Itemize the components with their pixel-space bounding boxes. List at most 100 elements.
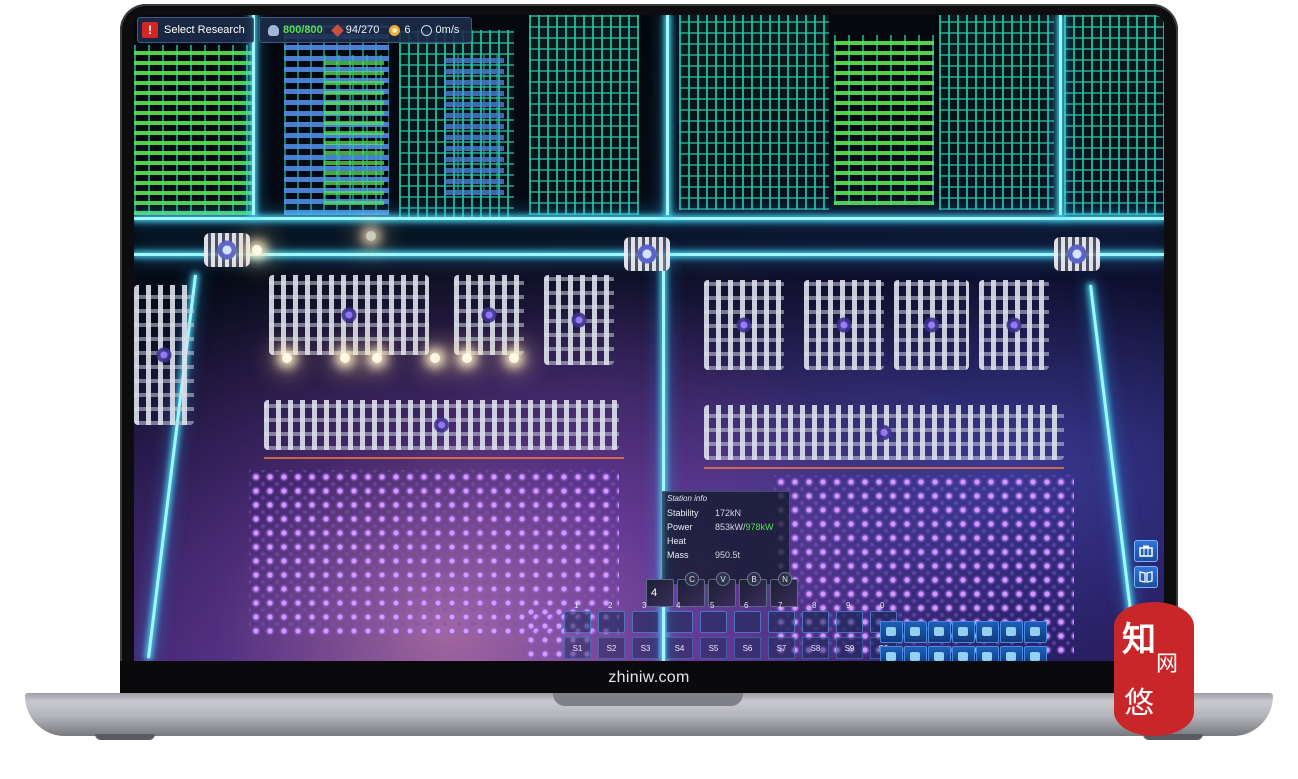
slot-number: 3 bbox=[642, 601, 647, 610]
build-category-button[interactable] bbox=[976, 646, 999, 661]
machine-bank bbox=[834, 35, 934, 205]
light-fixture bbox=[252, 245, 262, 255]
ability-slot[interactable]: C bbox=[677, 572, 705, 607]
hotbar-secondary: S1 S2 S3 S4 S5 S6 S7 S8 S9 S0 bbox=[564, 637, 897, 659]
resource-bar: 800/800 94/270 6 0m/s bbox=[259, 17, 473, 43]
hotbar-slot[interactable]: S6 bbox=[734, 637, 761, 659]
module-block bbox=[454, 275, 524, 355]
conduit-beam bbox=[666, 15, 669, 215]
light-fixture bbox=[340, 353, 350, 363]
stat-value: 853kW/978kW bbox=[715, 522, 774, 532]
hotbar-slot[interactable]: S3 bbox=[632, 637, 659, 659]
cargo-stat: 94/270 bbox=[330, 23, 379, 37]
slot-number: 6 bbox=[744, 601, 749, 610]
power-used: 853kW/ bbox=[715, 522, 746, 532]
light-fixture bbox=[282, 353, 292, 363]
station-info-row: Power 853kW/978kW bbox=[663, 520, 789, 534]
station-world[interactable] bbox=[134, 15, 1164, 661]
laptop-foot bbox=[95, 734, 155, 740]
crew-icon bbox=[268, 24, 279, 36]
hotbar-slot[interactable]: S9 bbox=[836, 637, 863, 659]
hotbar-slot[interactable]: 8 bbox=[802, 601, 829, 633]
module-block bbox=[544, 275, 614, 365]
book-icon bbox=[1139, 571, 1153, 583]
station-info-row: Mass 950.5t bbox=[663, 548, 789, 562]
reactor-hub bbox=[624, 237, 670, 271]
build-category-button[interactable] bbox=[904, 621, 927, 643]
power-line bbox=[264, 457, 624, 459]
hotbar-slot[interactable]: 3 bbox=[632, 601, 659, 633]
ability-slot[interactable]: 4 bbox=[646, 579, 674, 607]
hotbar-slot[interactable]: 9 bbox=[836, 601, 863, 633]
stat-label: Power bbox=[667, 522, 693, 532]
build-category-button[interactable] bbox=[880, 621, 903, 643]
conduit-beam bbox=[252, 15, 255, 215]
hotbar-slot[interactable]: 2 bbox=[598, 601, 625, 633]
slot-number: 0 bbox=[880, 601, 885, 610]
machine-bank bbox=[679, 15, 829, 210]
hotkey-badge: N bbox=[778, 572, 792, 586]
hotbar-slot[interactable]: S7 bbox=[768, 637, 795, 659]
station-overview-button[interactable] bbox=[1134, 540, 1158, 562]
module-block bbox=[134, 285, 194, 425]
stat-label: Stability bbox=[667, 508, 699, 518]
stat-value: 950.5t bbox=[715, 550, 741, 560]
build-category-button[interactable] bbox=[952, 621, 975, 643]
hotkey-badge: C bbox=[685, 572, 699, 586]
hotbar-slot[interactable]: 4 bbox=[666, 601, 693, 633]
power-capacity: 978kW bbox=[745, 522, 774, 532]
hotbar-slot[interactable]: S1 bbox=[564, 637, 591, 659]
laptop-opening-notch bbox=[553, 693, 743, 706]
hotbar-slot[interactable]: S4 bbox=[666, 637, 693, 659]
build-category-button[interactable] bbox=[928, 646, 951, 661]
build-category-button[interactable] bbox=[1000, 621, 1023, 643]
hotbar-slot[interactable]: S2 bbox=[598, 637, 625, 659]
station-info-row: Heat bbox=[663, 534, 789, 548]
slot-number: 2 bbox=[608, 601, 613, 610]
hotbar-slot[interactable]: 6 bbox=[734, 601, 761, 633]
module-block bbox=[704, 405, 1064, 460]
ability-slot[interactable]: N bbox=[770, 572, 798, 607]
light-fixture bbox=[462, 353, 472, 363]
build-category-button[interactable] bbox=[976, 621, 999, 643]
laptop-chin: zhiniw.com bbox=[120, 661, 1178, 694]
stat-label: Heat bbox=[667, 536, 687, 546]
conduit-beam bbox=[1059, 15, 1062, 215]
site-label: zhiniw.com bbox=[608, 668, 690, 686]
game-screen[interactable]: ! Select Research 800/800 94/270 6 0m/s … bbox=[134, 15, 1164, 661]
energy-value: 6 bbox=[404, 24, 411, 36]
hotbar-slot[interactable]: S8 bbox=[802, 637, 829, 659]
select-research-button[interactable]: ! Select Research bbox=[137, 17, 254, 43]
power-line bbox=[704, 467, 1064, 469]
ability-count: 4 bbox=[651, 587, 658, 599]
build-category-button[interactable] bbox=[1024, 646, 1047, 661]
machine-bank bbox=[529, 15, 639, 215]
light-fixture bbox=[509, 353, 519, 363]
machine-bank bbox=[324, 55, 384, 205]
machine-bank bbox=[444, 55, 504, 195]
watermark-char: 知 bbox=[1122, 620, 1156, 660]
build-category-button[interactable] bbox=[1000, 646, 1023, 661]
slot-number: 7 bbox=[778, 601, 783, 610]
speed-value: 0m/s bbox=[435, 24, 460, 36]
module-block bbox=[704, 280, 784, 370]
build-category-button[interactable] bbox=[904, 646, 927, 661]
hotbar-slot[interactable]: 5 bbox=[700, 601, 727, 633]
hotbar-slot[interactable]: 7 bbox=[768, 601, 795, 633]
hotbar-slot[interactable]: S5 bbox=[700, 637, 727, 659]
build-category-button[interactable] bbox=[1024, 621, 1047, 643]
slot-number: 5 bbox=[710, 601, 715, 610]
station-info-title: Station info bbox=[667, 494, 708, 503]
cargo-icon bbox=[330, 23, 344, 37]
hotbar-slot[interactable]: 1 bbox=[564, 601, 591, 633]
machine-bank bbox=[939, 15, 1054, 210]
build-category-button[interactable] bbox=[880, 646, 903, 661]
build-category-button[interactable] bbox=[952, 646, 975, 661]
hotbar: 1 2 3 4 5 6 7 8 9 0 bbox=[564, 601, 897, 633]
station-info-row: Stability 172kN bbox=[663, 506, 789, 520]
energy-stat: 6 bbox=[389, 24, 411, 36]
speed-icon bbox=[420, 24, 432, 36]
build-category-button[interactable] bbox=[928, 621, 951, 643]
codex-button[interactable] bbox=[1134, 566, 1158, 588]
module-block bbox=[894, 280, 969, 370]
